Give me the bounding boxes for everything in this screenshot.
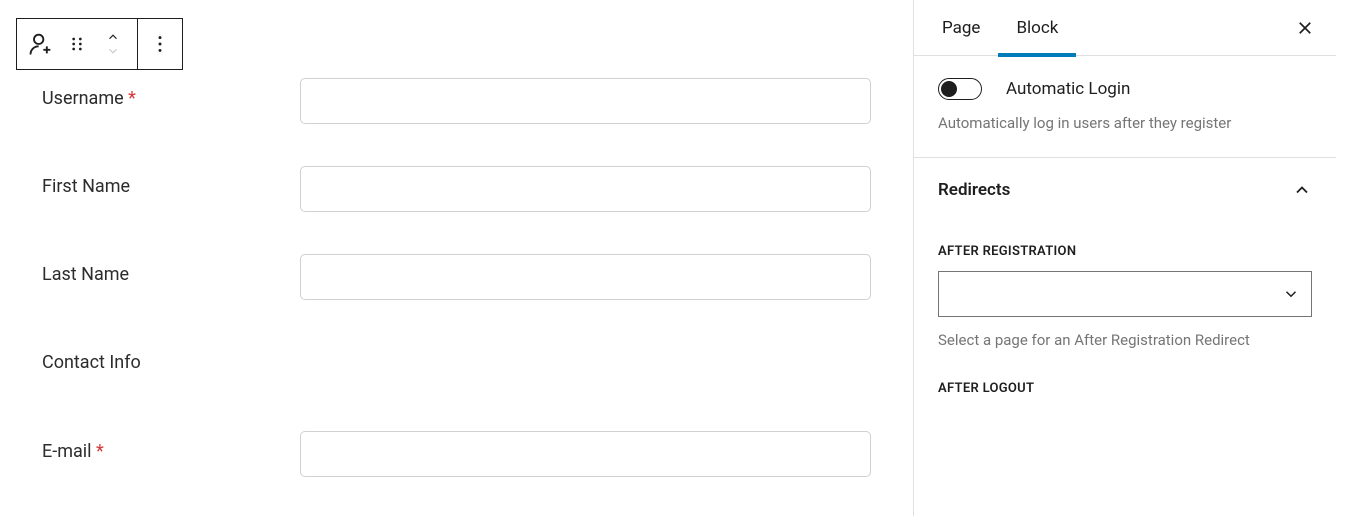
redirects-title: Redirects	[938, 180, 1010, 200]
form-row-last-name: Last Name	[42, 254, 871, 300]
after-registration-select[interactable]	[938, 271, 1312, 317]
panel-redirects-body: After Registration Select a page for an …	[914, 222, 1336, 449]
label-contact-info: Contact Info	[42, 342, 300, 373]
form-row-email: E-mail *	[42, 431, 871, 477]
dots-vertical-icon	[149, 33, 171, 55]
username-input[interactable]	[300, 78, 871, 124]
form-row-contact-info: Contact Info	[42, 342, 871, 373]
required-mark: *	[128, 88, 136, 109]
tab-block[interactable]: Block	[998, 0, 1076, 56]
panel-header-redirects[interactable]: Redirects	[914, 158, 1336, 222]
tab-page[interactable]: Page	[924, 0, 998, 56]
sidebar-tabs: Page Block	[914, 0, 1336, 56]
label-email: E-mail *	[42, 431, 300, 462]
label-last-name: Last Name	[42, 254, 300, 285]
block-type-button[interactable]	[23, 19, 59, 69]
after-logout-label: After Logout	[938, 381, 1312, 396]
auto-login-toggle[interactable]	[938, 78, 982, 100]
form-block[interactable]: Username * First Name Last Name Contact …	[16, 78, 897, 477]
settings-sidebar: Page Block Automatic Login Automatically…	[913, 0, 1336, 516]
label-first-name: First Name	[42, 166, 300, 197]
first-name-input[interactable]	[300, 166, 871, 212]
required-mark: *	[96, 441, 104, 462]
form-row-username: Username *	[42, 78, 871, 124]
auto-login-label: Automatic Login	[1006, 79, 1130, 99]
close-sidebar-button[interactable]	[1296, 19, 1314, 37]
label-text: Username	[42, 88, 124, 109]
label-text: E-mail	[42, 441, 92, 462]
email-input[interactable]	[300, 431, 871, 477]
drag-icon	[67, 34, 87, 54]
last-name-input[interactable]	[300, 254, 871, 300]
chevron-up-icon	[1292, 180, 1312, 200]
drag-handle[interactable]	[59, 19, 95, 69]
move-buttons[interactable]	[95, 19, 131, 69]
auto-login-help: Automatically log in users after they re…	[938, 112, 1312, 135]
after-registration-label: After Registration	[938, 244, 1312, 259]
chevron-up-icon	[102, 30, 124, 44]
close-icon	[1296, 19, 1314, 37]
panel-auto-login: Automatic Login Automatically log in use…	[914, 56, 1336, 158]
block-toolbar	[16, 18, 183, 70]
label-username: Username *	[42, 78, 300, 109]
after-registration-help: Select a page for an After Registration …	[938, 329, 1312, 352]
user-add-icon	[27, 30, 55, 58]
setting-after-logout: After Logout	[938, 381, 1312, 396]
setting-after-registration: After Registration Select a page for an …	[938, 244, 1312, 352]
more-options-button[interactable]	[138, 19, 182, 69]
editor-canvas[interactable]: Username * First Name Last Name Contact …	[0, 0, 913, 516]
form-row-first-name: First Name	[42, 166, 871, 212]
chevron-down-icon	[102, 44, 124, 58]
